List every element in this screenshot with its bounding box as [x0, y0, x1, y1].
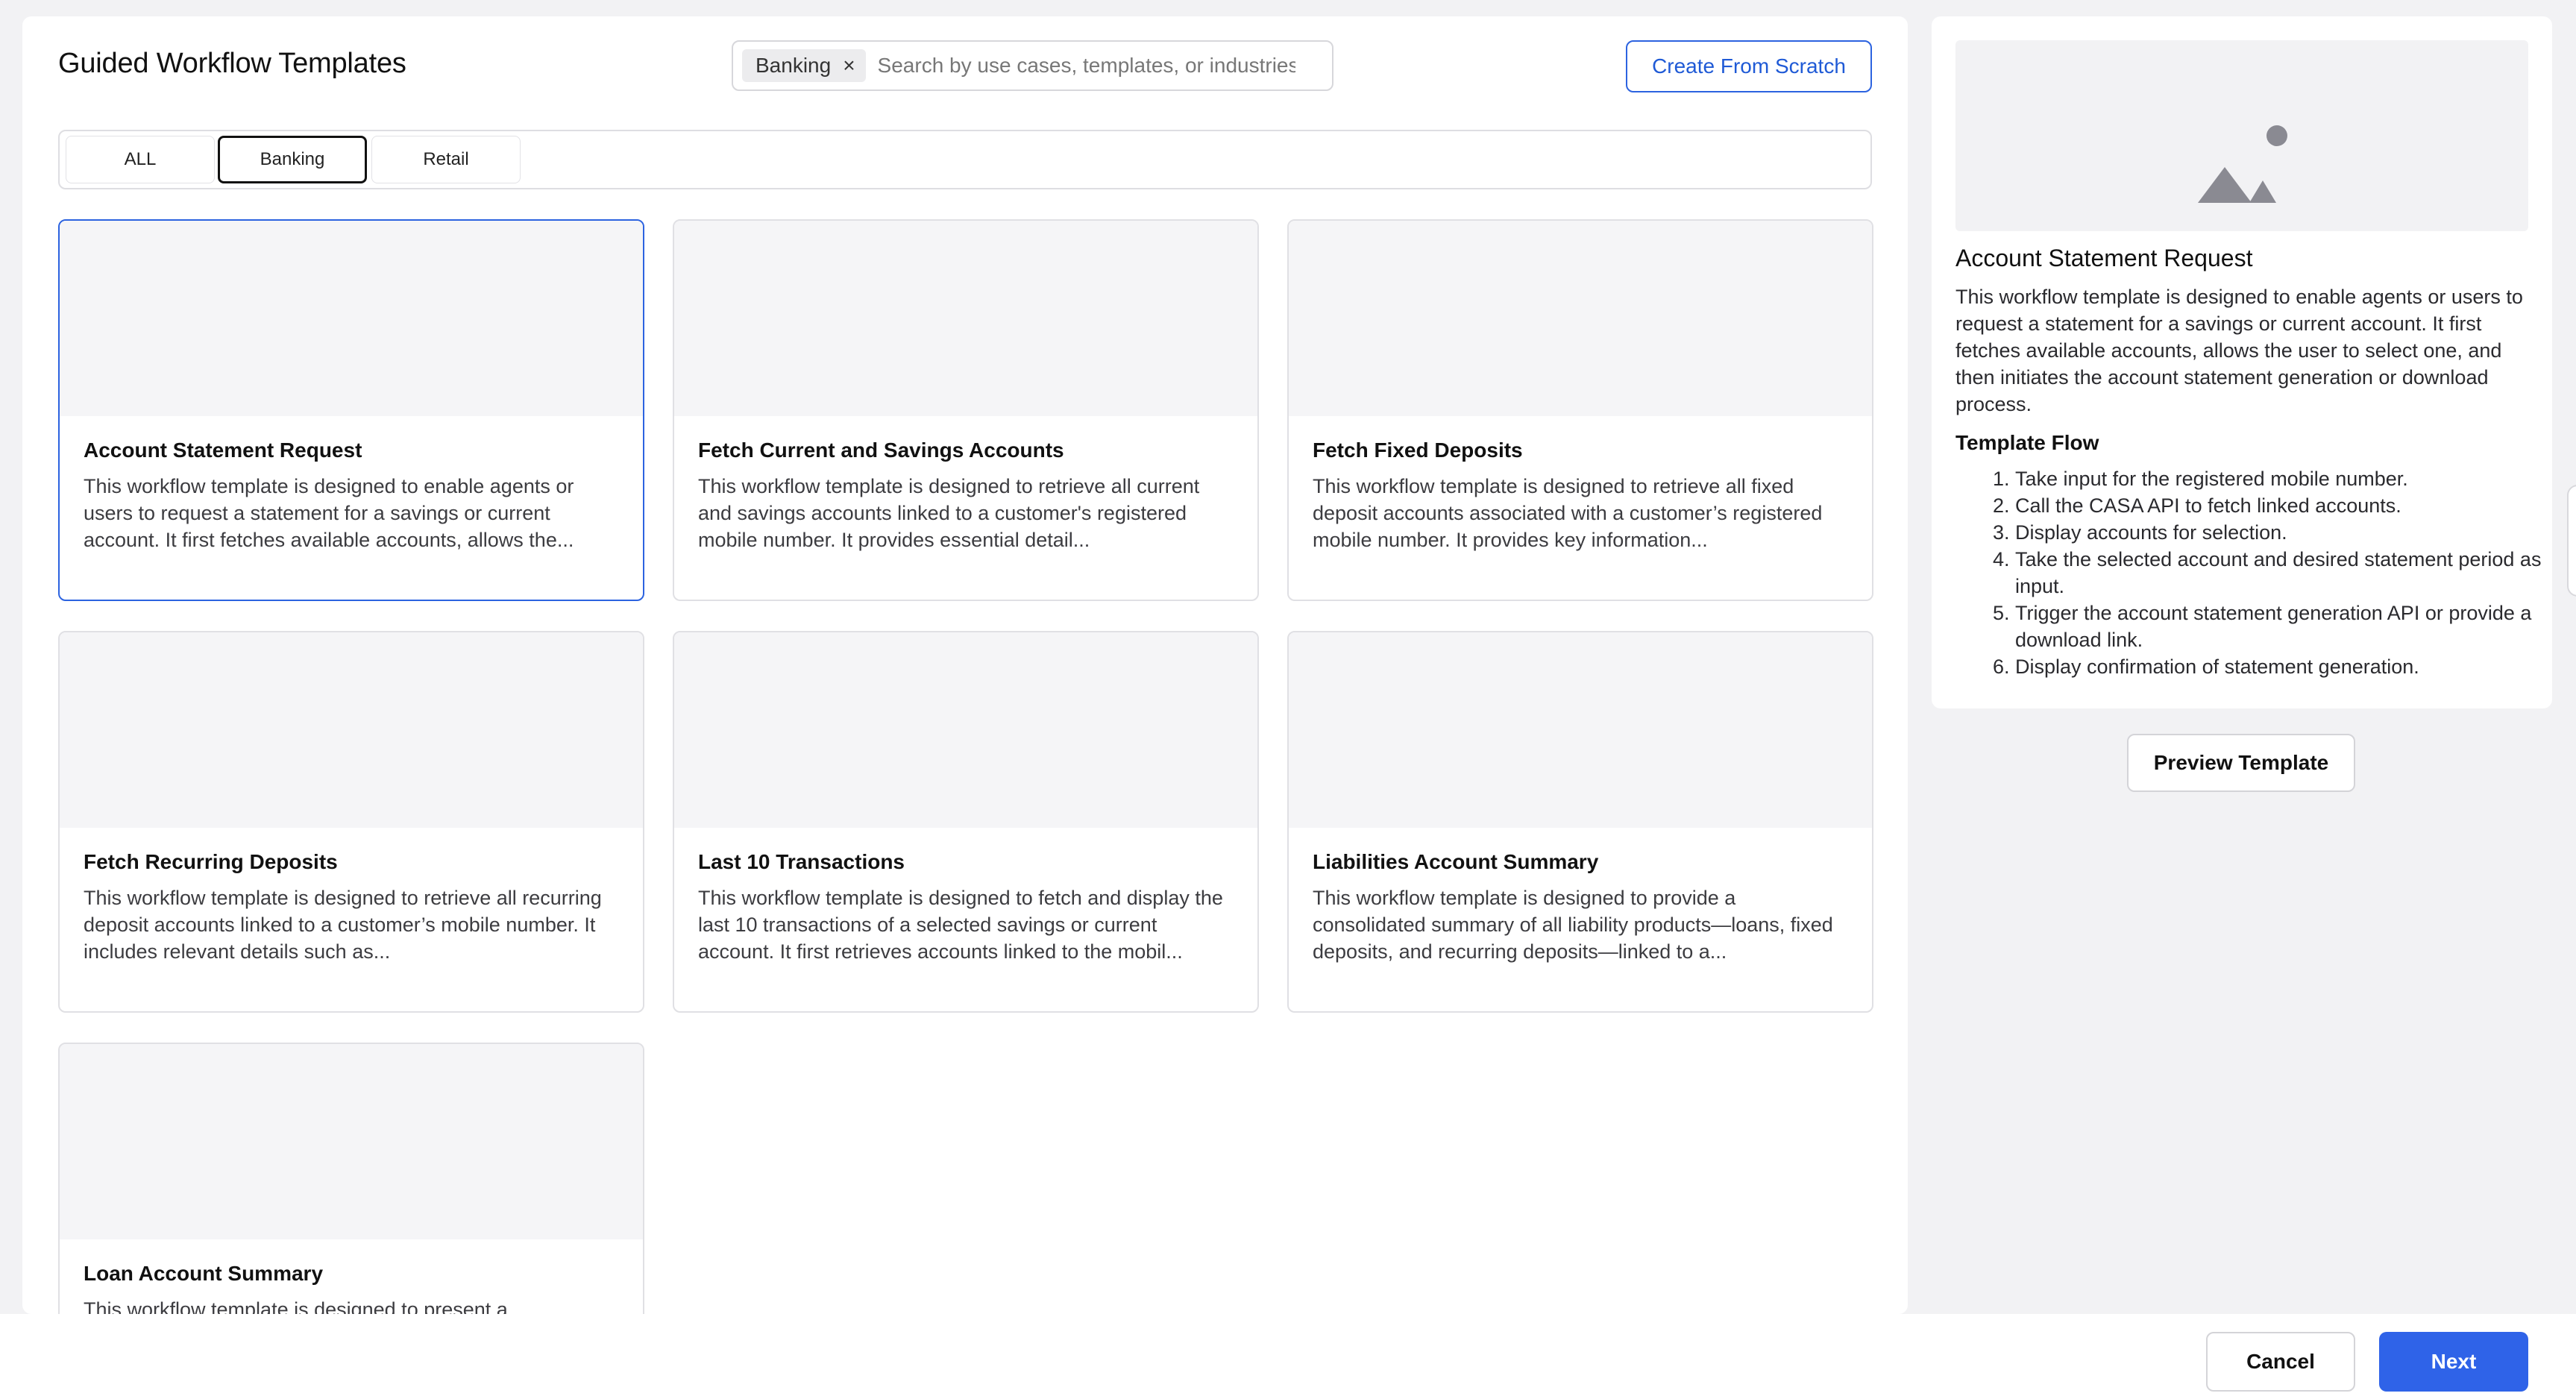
flow-step: Take the selected account and desired st…	[2015, 546, 2576, 600]
detail-title: Account Statement Request	[1955, 245, 2253, 271]
panel-resize-handle[interactable]	[2567, 485, 2576, 597]
template-card[interactable]: Last 10 Transactions This workflow templ…	[673, 631, 1259, 1013]
page-title: Guided Workflow Templates	[58, 48, 406, 79]
detail-description: This workflow template is designed to en…	[1955, 286, 2523, 415]
filter-chip-banking: Banking ×	[742, 49, 866, 82]
template-card[interactable]: Fetch Current and Savings Accounts This …	[673, 219, 1259, 601]
card-thumbnail	[60, 632, 643, 828]
category-tabs: ALL Banking Retail	[58, 130, 1872, 189]
create-from-scratch-button[interactable]: Create From Scratch	[1626, 40, 1872, 92]
tab-banking[interactable]: Banking	[218, 136, 367, 183]
flow-step: Trigger the account statement generation…	[2015, 600, 2576, 653]
template-flow-heading: Template Flow	[1955, 431, 2099, 454]
flow-step: Display confirmation of statement genera…	[2015, 653, 2576, 680]
card-description: This workflow template is designed to pr…	[84, 1298, 508, 1314]
template-card[interactable]: Fetch Recurring Deposits This workflow t…	[58, 631, 644, 1013]
search-input[interactable]	[876, 53, 1297, 78]
tab-all[interactable]: ALL	[66, 136, 215, 183]
templates-panel: Guided Workflow Templates Banking × Crea…	[22, 16, 1908, 1314]
template-flow-list: Take input for the registered mobile num…	[1955, 465, 2576, 680]
tab-retail[interactable]: Retail	[371, 136, 521, 183]
template-card[interactable]: Liabilities Account Summary This workflo…	[1287, 631, 1873, 1013]
template-card[interactable]: Fetch Fixed Deposits This workflow templ…	[1287, 219, 1873, 601]
card-thumbnail	[60, 1044, 643, 1239]
card-title: Last 10 Transactions	[698, 850, 905, 873]
cancel-button[interactable]: Cancel	[2206, 1332, 2355, 1392]
next-button[interactable]: Next	[2379, 1332, 2528, 1392]
card-title: Fetch Recurring Deposits	[84, 850, 338, 873]
image-placeholder-icon	[2198, 125, 2287, 203]
footer-bar	[0, 1314, 2576, 1399]
card-description: This workflow template is designed to fe…	[698, 887, 1223, 963]
close-icon[interactable]: ×	[843, 54, 855, 78]
card-description: This workflow template is designed to pr…	[1313, 887, 1833, 963]
card-title: Fetch Current and Savings Accounts	[698, 438, 1064, 462]
card-title: Account Statement Request	[84, 438, 362, 462]
card-title: Loan Account Summary	[84, 1262, 324, 1285]
card-description: This workflow template is designed to re…	[698, 475, 1200, 551]
filter-chip-label: Banking	[755, 54, 832, 77]
preview-template-button[interactable]: Preview Template	[2127, 734, 2355, 792]
flow-step: Take input for the registered mobile num…	[2015, 465, 2576, 492]
template-card[interactable]: Account Statement Request This workflow …	[58, 219, 644, 601]
template-card[interactable]: Loan Account Summary This workflow templ…	[58, 1043, 644, 1314]
card-thumbnail	[60, 221, 643, 416]
card-thumbnail	[1289, 632, 1872, 828]
card-description: This workflow template is designed to en…	[84, 475, 574, 551]
card-description: This workflow template is designed to re…	[84, 887, 602, 963]
template-preview-image	[1955, 40, 2528, 231]
card-title: Liabilities Account Summary	[1313, 850, 1599, 873]
flow-step: Call the CASA API to fetch linked accoun…	[2015, 492, 2576, 519]
card-thumbnail	[674, 221, 1257, 416]
flow-step: Display accounts for selection.	[2015, 519, 2576, 546]
card-description: This workflow template is designed to re…	[1313, 475, 1823, 551]
template-detail-panel: Account Statement Request This workflow …	[1932, 16, 2552, 708]
card-thumbnail	[1289, 221, 1872, 416]
card-title: Fetch Fixed Deposits	[1313, 438, 1523, 462]
card-thumbnail	[674, 632, 1257, 828]
search-box[interactable]: Banking ×	[732, 40, 1333, 91]
